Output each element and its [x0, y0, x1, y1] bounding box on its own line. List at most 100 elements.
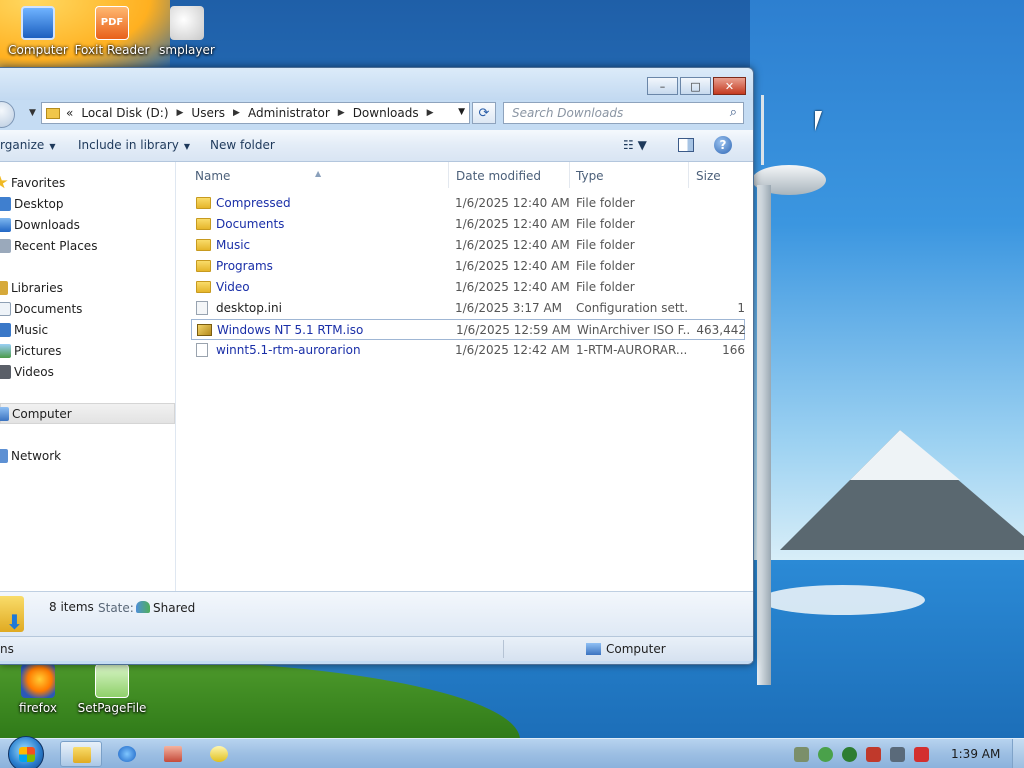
tray-display-icon[interactable] [890, 747, 905, 762]
column-header-size[interactable]: Size [696, 169, 721, 183]
breadcrumb-overflow[interactable]: « [66, 106, 73, 120]
navigation-bar: ▼ « Local Disk (D:) ▶ Users ▶ Administra… [0, 100, 753, 130]
nav-label: Downloads [14, 217, 80, 232]
breadcrumb-administrator[interactable]: Administrator [248, 106, 330, 120]
nav-item-desktop[interactable]: Desktop [0, 193, 175, 214]
column-divider[interactable] [688, 162, 689, 188]
internet-explorer-icon [118, 746, 136, 762]
column-divider[interactable] [448, 162, 449, 188]
file-row[interactable]: Music 1/6/2025 12:40 AM File folder [191, 235, 745, 256]
file-date: 1/6/2025 12:59 AM [456, 323, 571, 337]
help-icon[interactable]: ? [714, 136, 732, 154]
nav-item-network[interactable]: Network [0, 445, 175, 466]
needle-spire [761, 95, 764, 165]
taskbar-button-app-4[interactable] [198, 741, 240, 767]
organize-label: rganize [0, 138, 45, 152]
nav-item-libraries[interactable]: Libraries [0, 277, 175, 298]
file-type: File folder [576, 196, 635, 210]
file-row[interactable]: Video 1/6/2025 12:40 AM File folder [191, 277, 745, 298]
file-row[interactable]: Documents 1/6/2025 12:40 AM File folder [191, 214, 745, 235]
window-titlebar[interactable]: – □ ✕ [0, 68, 753, 100]
nav-item-videos[interactable]: Videos [0, 361, 175, 382]
pdf-icon: PDF [95, 6, 129, 40]
breadcrumb-separator[interactable]: ▶ [177, 108, 184, 118]
tray-play-icon[interactable] [842, 747, 857, 762]
wallpaper-space-needle [752, 95, 827, 685]
desktop-icon-firefox[interactable]: firefox [0, 664, 76, 715]
nav-item-downloads[interactable]: Downloads [0, 214, 175, 235]
column-headers: ▲ Name Date modified Type Size [177, 162, 753, 188]
column-header-date-modified[interactable]: Date modified [456, 169, 541, 183]
file-list: ▲ Name Date modified Type Size Compresse… [177, 162, 753, 635]
taskbar-button-explorer[interactable] [60, 741, 102, 767]
desktop-icon-smplayer[interactable]: smplayer [149, 6, 225, 57]
nav-label: Libraries [11, 280, 63, 295]
show-desktop-button[interactable] [1012, 739, 1024, 768]
tray-app-icon[interactable] [866, 747, 881, 762]
file-row[interactable]: desktop.ini 1/6/2025 3:17 AM Configurati… [191, 298, 745, 319]
close-button[interactable]: ✕ [713, 77, 746, 95]
file-size: 1 [737, 301, 745, 315]
refresh-button[interactable]: ⟳ [472, 102, 496, 124]
desktop-icon-foxit-reader[interactable]: PDF Foxit Reader [74, 6, 150, 57]
file-row[interactable]: Compressed 1/6/2025 12:40 AM File folder [191, 193, 745, 214]
address-bar[interactable]: « Local Disk (D:) ▶ Users ▶ Administrato… [41, 102, 470, 124]
download-arrow-icon: ⬇ [6, 610, 23, 634]
nav-item-pictures[interactable]: Pictures [0, 340, 175, 361]
settings-file-icon [196, 301, 208, 315]
file-row[interactable]: Programs 1/6/2025 12:40 AM File folder [191, 256, 745, 277]
taskbar-clock[interactable]: 1:39 AM [951, 747, 1000, 761]
breadcrumb-downloads[interactable]: Downloads [353, 106, 419, 120]
desktop-icon [0, 196, 11, 211]
breadcrumb-users[interactable]: Users [191, 106, 225, 120]
new-folder-button[interactable]: New folder [210, 138, 275, 152]
file-name: Windows NT 5.1 RTM.iso [217, 323, 364, 337]
file-row-selected[interactable]: Windows NT 5.1 RTM.iso 1/6/2025 12:59 AM… [191, 319, 746, 340]
preview-pane-icon[interactable] [678, 138, 694, 152]
nav-item-recent-places[interactable]: Recent Places [0, 235, 175, 256]
include-in-library-label: Include in library [78, 138, 179, 152]
back-button[interactable] [0, 101, 15, 128]
taskbar-button-app-3[interactable] [152, 741, 194, 767]
file-date: 1/6/2025 12:40 AM [455, 196, 570, 210]
recent-pages-dropdown[interactable]: ▼ [29, 108, 36, 118]
include-in-library-button[interactable]: Include in library ▼ [78, 138, 190, 152]
nav-item-documents[interactable]: Documents [0, 298, 175, 319]
breadcrumb-separator[interactable]: ▶ [427, 108, 434, 118]
status-divider [503, 640, 504, 658]
sort-ascending-icon: ▲ [315, 169, 322, 178]
nav-item-computer[interactable]: Computer [0, 403, 175, 424]
file-name: Music [216, 238, 251, 252]
breadcrumb-local-disk[interactable]: Local Disk (D:) [81, 106, 168, 120]
chevron-down-icon: ▼ [49, 142, 56, 151]
nav-item-music[interactable]: Music [0, 319, 175, 340]
organize-button[interactable]: rganize ▼ [0, 138, 55, 152]
column-header-type[interactable]: Type [576, 169, 604, 183]
maximize-button[interactable]: □ [680, 77, 711, 95]
address-history-dropdown[interactable]: ▼ [458, 107, 465, 117]
file-icon [196, 343, 208, 357]
search-input[interactable]: Search Downloads ⌕ [503, 102, 744, 124]
desktop-icon-setpagefile[interactable]: SetPageFile [74, 664, 150, 715]
file-size: 463,442 [696, 323, 746, 337]
search-icon[interactable]: ⌕ [730, 105, 737, 120]
desktop-icon-label: Foxit Reader [74, 43, 150, 57]
breadcrumb-separator[interactable]: ▶ [233, 108, 240, 118]
start-button[interactable] [8, 736, 44, 768]
breadcrumb-separator[interactable]: ▶ [338, 108, 345, 118]
nav-label: Network [11, 448, 62, 463]
taskbar-button-internet-explorer[interactable] [106, 741, 148, 767]
column-header-name[interactable]: Name [195, 169, 230, 183]
tray-network-icon[interactable] [794, 747, 809, 762]
desktop-icon-label: SetPageFile [77, 701, 147, 715]
desktop-icon-computer[interactable]: Computer [0, 6, 76, 57]
nav-item-favorites[interactable]: Favorites [0, 172, 175, 193]
file-row[interactable]: winnt5.1-rtm-aurorarion 1/6/2025 12:42 A… [191, 340, 745, 361]
tray-security-icon[interactable] [818, 747, 833, 762]
column-divider[interactable] [569, 162, 570, 188]
desktop-icon-label: smplayer [159, 43, 215, 57]
status-text: ns [0, 642, 14, 656]
minimize-button[interactable]: – [647, 77, 678, 95]
tray-volume-muted-icon[interactable] [914, 747, 929, 762]
change-view-button[interactable]: ☷ ▼ [623, 138, 647, 152]
